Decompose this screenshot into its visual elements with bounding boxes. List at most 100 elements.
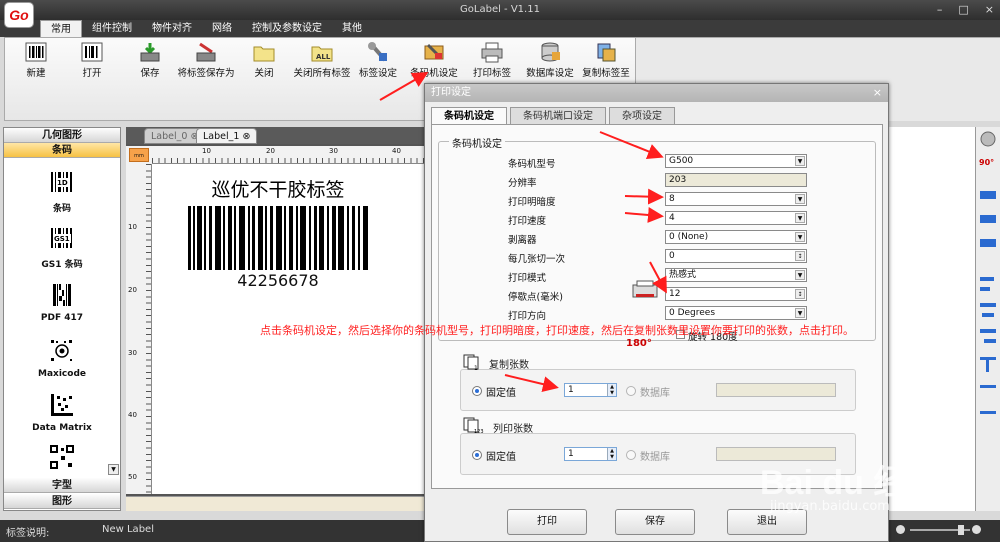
darkness-label: 打印明暗度: [508, 197, 556, 208]
chevron-down-icon: ▼: [795, 270, 805, 280]
barcode-graphic[interactable]: [188, 206, 368, 270]
zoom-slider-handle[interactable]: [958, 525, 964, 535]
maxicode-item[interactable]: Maxicode: [4, 338, 120, 379]
open-button[interactable]: 打开: [61, 40, 123, 79]
print-label-button[interactable]: 打印标签: [461, 40, 523, 79]
tab-common[interactable]: 常用: [40, 20, 82, 37]
print-direction-label: 打印方向: [508, 311, 547, 322]
font-header[interactable]: 字型: [4, 478, 120, 493]
status-label: 标签说明:: [6, 528, 50, 539]
ribbon-tabs: 常用 组件控制 物件对齐 网络 控制及参数设定 其他: [40, 20, 372, 37]
chevron-down-icon: ▼: [795, 232, 805, 242]
print-direction-select[interactable]: 0 Degrees ▼: [665, 306, 807, 320]
canvas-horizontal-scrollbar[interactable]: [126, 496, 426, 511]
print-label-icon: [479, 40, 505, 64]
geometry-header[interactable]: 几何图形: [4, 128, 120, 143]
copies-spinner[interactable]: 1 ▲ ▼: [564, 383, 617, 397]
barcode-new-icon: [23, 40, 49, 64]
app-title: GoLabel - V1.11: [460, 4, 540, 15]
barcode-header[interactable]: 条码: [4, 143, 120, 158]
tab-other[interactable]: 其他: [332, 20, 372, 37]
tab-printer-settings[interactable]: 条码机设定: [431, 107, 507, 124]
gs1-barcode-item[interactable]: GS1 GS1 条码: [4, 226, 120, 270]
horizontal-ruler: 10 20 30 40: [152, 146, 426, 164]
tab-network[interactable]: 网络: [202, 20, 242, 37]
dialog-body: 条码机设定 条码机型号 G500 ▼ 分辨率 203 打印明暗度 8 ▼ 打印速度 …: [431, 124, 883, 489]
copies-database-radio[interactable]: [626, 386, 636, 396]
alignment-tool-icons[interactable]: 90°: [976, 127, 1000, 427]
columns-database-radio[interactable]: [626, 450, 636, 460]
zoom-in-button[interactable]: [972, 525, 981, 534]
tab-printer-port[interactable]: 条码机端口设定: [510, 107, 606, 124]
chevron-down-icon: ▼: [795, 194, 805, 204]
label-preview[interactable]: 巡优不干胶标签 42256678: [153, 168, 403, 295]
app-logo[interactable]: Go: [4, 2, 34, 28]
columns-fixed-label: 固定值: [486, 452, 516, 463]
close-all-icon: ALL: [309, 40, 335, 64]
document-tabs: Label_0 ⊗ Label_1 ⊗: [126, 127, 426, 144]
golabel-window: GoLabel - V1.11 – □ × Go 常用 组件控制 物件对齐 网络…: [0, 0, 1000, 542]
copies-fixed-radio[interactable]: [472, 386, 482, 396]
tab-component-control[interactable]: 组件控制: [82, 20, 142, 37]
columns-fixed-radio[interactable]: [472, 450, 482, 460]
tab-misc[interactable]: 杂项设定: [609, 107, 675, 124]
qrcode-icon[interactable]: [49, 444, 75, 470]
chevron-down-icon: ▼: [795, 308, 805, 318]
tab-object-align[interactable]: 物件对齐: [142, 20, 202, 37]
maximize-button[interactable]: □: [958, 3, 968, 16]
copy-label-button[interactable]: 复制标签至: [575, 40, 637, 79]
dialog-title: 打印设定: [425, 84, 888, 102]
printer-model-select[interactable]: G500 ▼: [665, 154, 807, 168]
copies-database-label: 数据库: [640, 388, 670, 399]
close-button-tool[interactable]: 关闭: [233, 40, 295, 79]
speed-select[interactable]: 4 ▼: [665, 211, 807, 225]
database-settings-button[interactable]: 数据库设定: [519, 40, 581, 79]
save-as-button[interactable]: 将标签保存为: [175, 40, 237, 79]
barcode-1d-item[interactable]: 1D 条码: [4, 170, 120, 214]
gs1-barcode-icon: GS1: [51, 228, 72, 248]
status-value: New Label: [102, 524, 154, 535]
folder-close-icon: [251, 40, 277, 64]
pdf417-item[interactable]: PDF 417: [4, 282, 120, 323]
stripper-select[interactable]: 0 (None) ▼: [665, 230, 807, 244]
label-settings-button[interactable]: 标签设定: [347, 40, 409, 79]
copies-database-select[interactable]: [716, 383, 836, 397]
columns-spinner[interactable]: 1 ▲ ▼: [564, 447, 617, 461]
panel-scroll-down-button[interactable]: ▼: [108, 464, 119, 475]
columns-title: 列印张数: [493, 424, 533, 435]
cut-every-spinner[interactable]: 0 ↕: [665, 249, 807, 263]
graphics-header[interactable]: 图形: [4, 494, 120, 509]
datamatrix-item[interactable]: Data Matrix: [4, 392, 120, 433]
stripper-label: 剥离器: [508, 235, 537, 246]
close-button[interactable]: ×: [985, 3, 994, 16]
stop-position-spinner[interactable]: 12 ↕: [665, 287, 807, 301]
zoom-out-button[interactable]: [896, 525, 905, 534]
svg-text:ALL: ALL: [316, 53, 331, 61]
vertical-ruler: 10 20 30 40 50: [126, 164, 152, 494]
ruler-corner: mm: [126, 146, 152, 164]
print-button[interactable]: 打印: [507, 509, 587, 535]
darkness-select[interactable]: 8 ▼: [665, 192, 807, 206]
minimize-button[interactable]: –: [937, 3, 943, 16]
barcode-number-text[interactable]: 42256678: [153, 271, 403, 290]
doc-tab-label-1[interactable]: Label_1 ⊗: [196, 128, 258, 144]
label-title-text[interactable]: 巡优不干胶标签: [153, 175, 403, 202]
print-mode-select[interactable]: 热感式 ▼: [665, 268, 807, 282]
close-all-button[interactable]: ALL 关闭所有标签: [291, 40, 353, 79]
resolution-field: 203: [665, 173, 807, 187]
maxicode-icon: [51, 340, 72, 361]
printer-settings-button[interactable]: 条码机设定: [403, 40, 465, 79]
save-button[interactable]: 保存: [119, 40, 181, 79]
pdf417-icon: [53, 284, 71, 306]
copies-fixed-label: 固定值: [486, 388, 516, 399]
rotate-180-icon: 180°: [626, 338, 652, 349]
svg-text:GS1: GS1: [54, 235, 70, 243]
new-button[interactable]: 新建: [5, 40, 67, 79]
tab-control-params[interactable]: 控制及参数设定: [242, 20, 332, 37]
1d-barcode-icon: 1D: [51, 172, 72, 192]
barcode-open-icon: [79, 40, 105, 64]
dialog-close-icon[interactable]: ×: [873, 86, 882, 99]
save-settings-button[interactable]: 保存: [615, 509, 695, 535]
ruler-unit-icon[interactable]: mm: [129, 148, 149, 162]
columns-database-label: 数据库: [640, 452, 670, 463]
